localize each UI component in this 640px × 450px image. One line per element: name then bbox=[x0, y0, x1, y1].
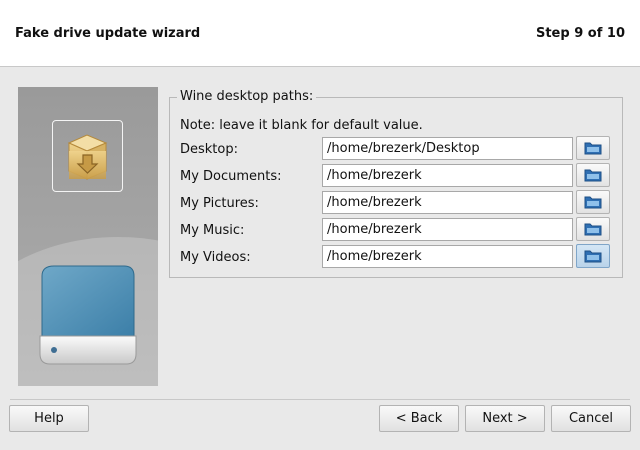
help-button[interactable]: Help bbox=[9, 405, 89, 432]
next-button[interactable]: Next > bbox=[465, 405, 545, 432]
my-documents-path-input[interactable] bbox=[322, 164, 573, 187]
my-videos-browse-button[interactable] bbox=[576, 244, 610, 268]
my-videos-label: My Videos: bbox=[180, 250, 251, 265]
my-pictures-browse-button[interactable] bbox=[576, 190, 610, 214]
my-documents-browse-button[interactable] bbox=[576, 163, 610, 187]
package-install-icon-frame bbox=[52, 120, 123, 192]
folder-icon bbox=[584, 169, 602, 182]
my-music-path-input[interactable] bbox=[322, 218, 573, 241]
package-install-icon bbox=[67, 134, 108, 180]
step-indicator: Step 9 of 10 bbox=[535, 26, 625, 41]
folder-icon bbox=[584, 142, 602, 155]
my-music-browse-button[interactable] bbox=[576, 217, 610, 241]
my-pictures-path-input[interactable] bbox=[322, 191, 573, 214]
back-button[interactable]: < Back bbox=[379, 405, 459, 432]
desktop-browse-button[interactable] bbox=[576, 136, 610, 160]
footer-separator bbox=[10, 399, 630, 400]
wizard-header: Fake drive update wizard Step 9 of 10 bbox=[0, 0, 640, 67]
my-documents-label: My Documents: bbox=[180, 169, 282, 184]
hard-drive-icon bbox=[39, 265, 137, 365]
wizard-side-panel bbox=[18, 87, 158, 386]
cancel-button[interactable]: Cancel bbox=[551, 405, 631, 432]
my-pictures-label: My Pictures: bbox=[180, 196, 259, 211]
desktop-path-input[interactable] bbox=[322, 137, 573, 160]
wizard-title: Fake drive update wizard bbox=[15, 26, 201, 41]
blank-default-note: Note: leave it blank for default value. bbox=[180, 118, 423, 133]
my-music-label: My Music: bbox=[180, 223, 245, 238]
my-videos-path-input[interactable] bbox=[322, 245, 573, 268]
desktop-label: Desktop: bbox=[180, 142, 238, 157]
folder-icon bbox=[584, 250, 602, 263]
folder-icon bbox=[584, 196, 602, 209]
folder-icon bbox=[584, 223, 602, 236]
group-title: Wine desktop paths: bbox=[177, 89, 317, 104]
